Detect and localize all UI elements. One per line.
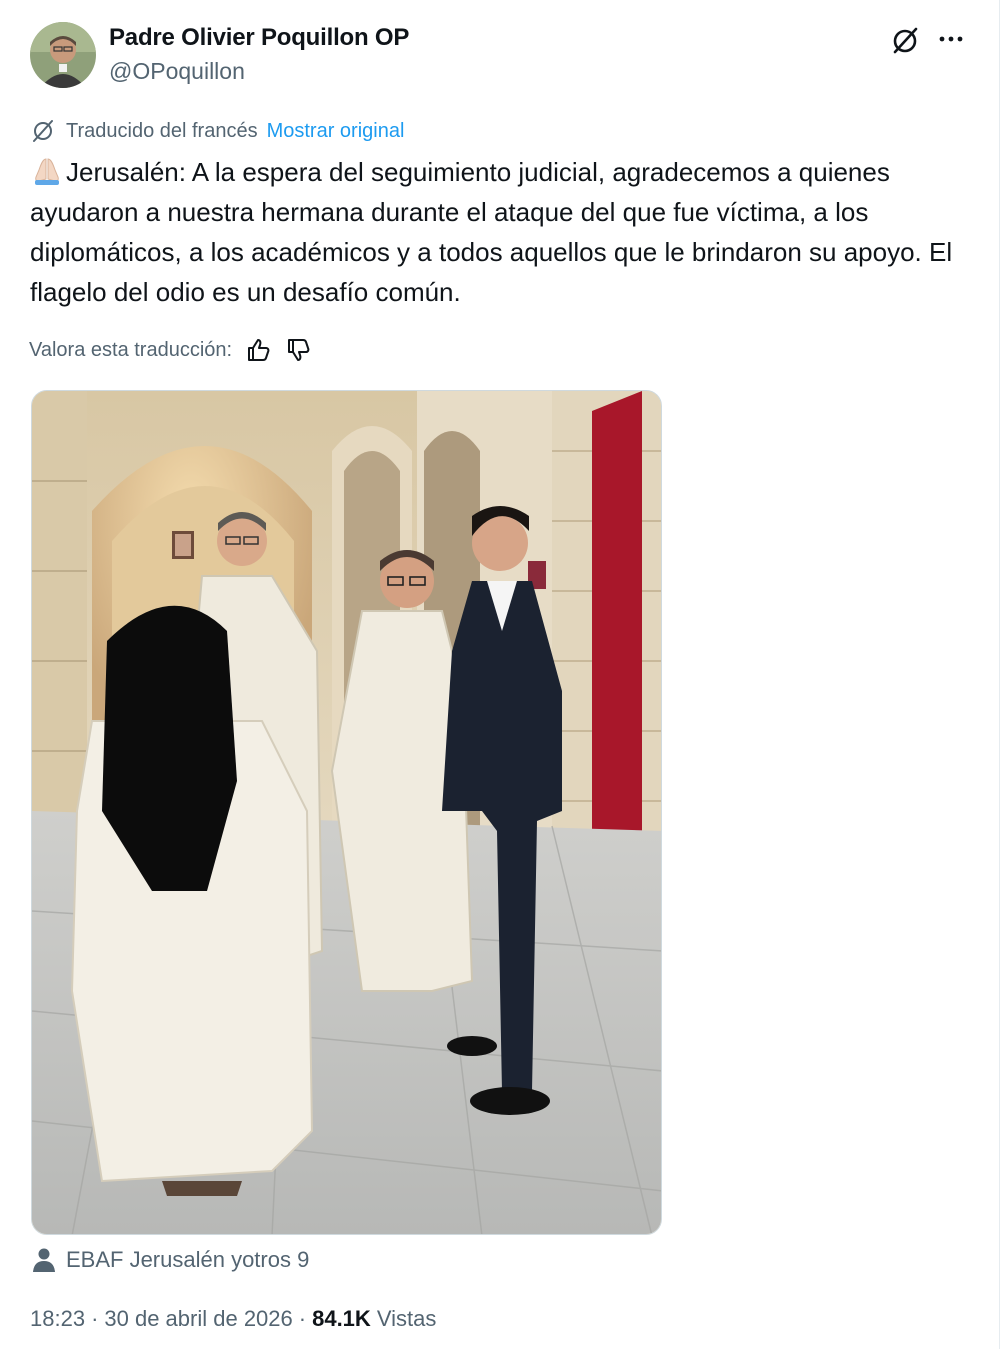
thumbs-up-icon[interactable] — [244, 336, 272, 364]
author-name[interactable]: Padre Olivier Poquillon OP — [109, 24, 409, 52]
meta-separator: · — [298, 1306, 307, 1331]
rate-translation: Valora esta traducción: — [29, 334, 312, 366]
tagged-users[interactable]: EBAF Jerusalén yotros 9 — [32, 1244, 309, 1276]
views-count[interactable]: 84.1K — [312, 1306, 371, 1332]
translation-label: Traducido del francés — [66, 119, 258, 142]
more-icon[interactable] — [934, 24, 968, 58]
show-original-link[interactable]: Mostrar original — [267, 120, 405, 143]
tagged-users-text: EBAF Jerusalén yotros 9 — [66, 1247, 310, 1272]
praying-hands-emoji — [30, 155, 64, 187]
tweet-body: Jerusalén: A la espera del seguimiento j… — [30, 157, 953, 307]
tweet-container: Padre Olivier Poquillon OP @OPoquillon T… — [0, 0, 1000, 1349]
grok-icon[interactable] — [888, 24, 922, 58]
tweet-date[interactable]: 30 de abril de 2026 — [104, 1306, 292, 1332]
person-icon — [32, 1247, 56, 1273]
translate-icon — [30, 118, 56, 144]
tweet-photo[interactable] — [31, 390, 662, 1235]
views-label[interactable]: Vistas — [377, 1306, 437, 1332]
tweet-text: Jerusalén: A la espera del seguimiento j… — [30, 152, 970, 312]
meta-separator: · — [91, 1306, 99, 1331]
avatar[interactable] — [30, 22, 96, 88]
tweet-meta: 18:23 · 30 de abril de 2026 · 84.1K Vist… — [30, 1304, 436, 1334]
translation-notice: Traducido del francés Mostrar original — [30, 116, 404, 146]
author-handle[interactable]: @OPoquillon — [109, 58, 245, 85]
rate-label: Valora esta traducción: — [29, 338, 233, 361]
thumbs-down-icon[interactable] — [284, 336, 312, 364]
tweet-time[interactable]: 18:23 — [30, 1306, 85, 1332]
